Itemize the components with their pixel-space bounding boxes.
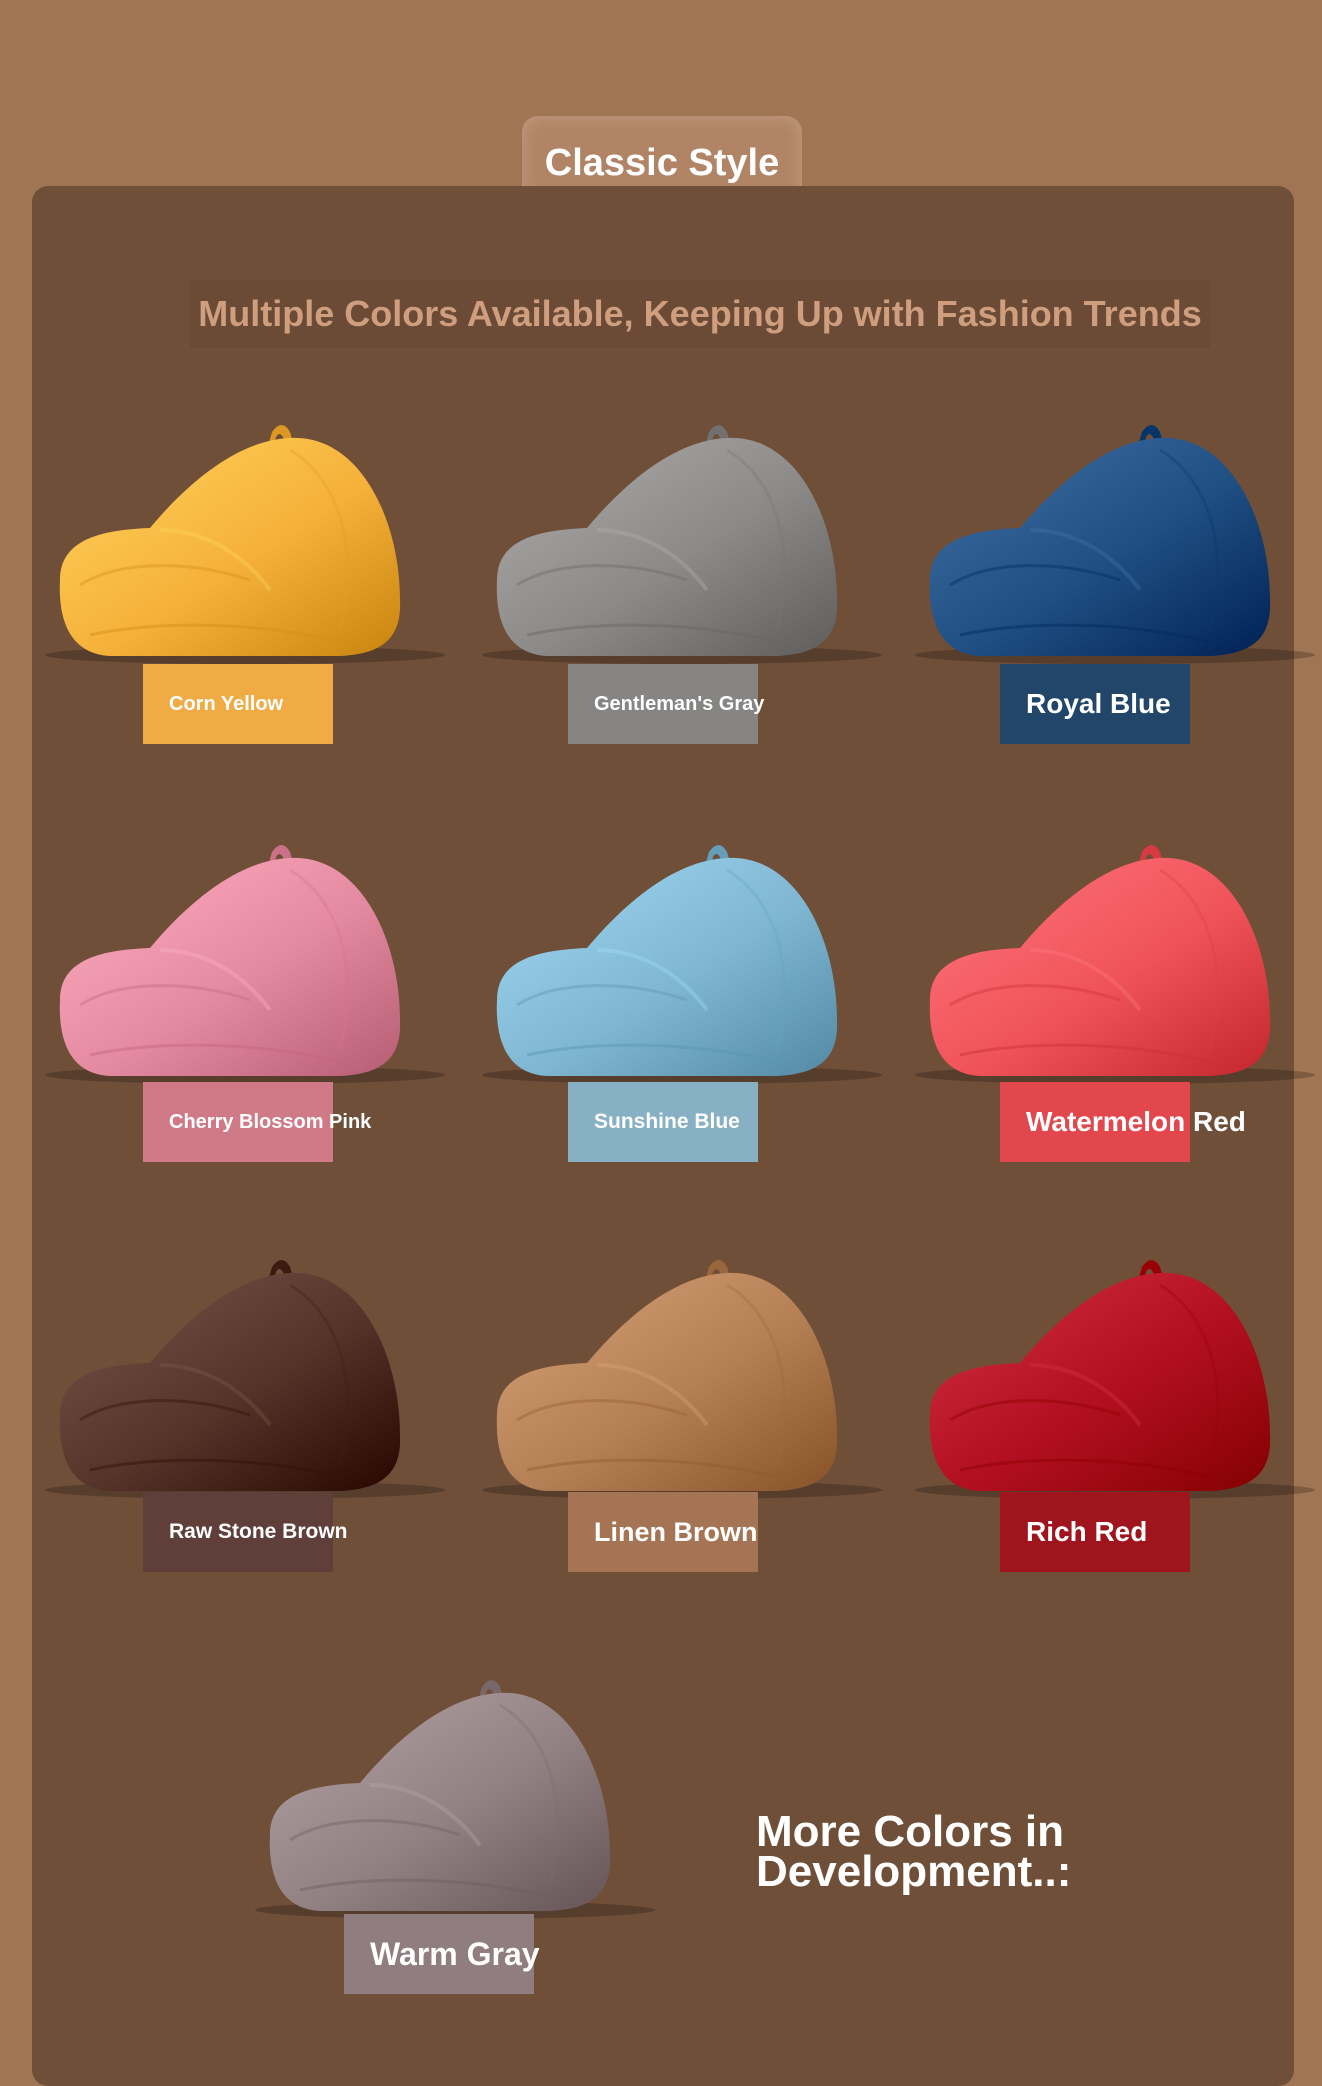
bean-bag-image: [482, 425, 882, 664]
color-label: Rich Red: [1026, 1516, 1148, 1547]
more-colors-line-1: More Colors in: [756, 1807, 1065, 1856]
color-label-tag: Raw Stone Brown: [143, 1492, 348, 1572]
color-label-tag: Warm Gray: [344, 1914, 540, 1994]
bean-bag-image: [482, 1260, 882, 1499]
color-label: Gentleman's Gray: [594, 692, 765, 715]
color-label-tag: Corn Yellow: [143, 664, 333, 744]
bean-bag-image: [482, 845, 882, 1084]
color-label: Raw Stone Brown: [169, 1520, 348, 1543]
color-label-tag: Gentleman's Gray: [568, 664, 764, 744]
color-label-tag: Royal Blue: [1000, 664, 1190, 744]
color-label-tag: Linen Brown: [568, 1492, 758, 1572]
color-label: Corn Yellow: [169, 692, 284, 715]
color-label: Warm Gray: [370, 1935, 540, 1972]
color-label: Sunshine Blue: [594, 1110, 740, 1133]
color-label: Watermelon Red: [1026, 1106, 1246, 1137]
color-label: Cherry Blossom Pink: [169, 1110, 372, 1133]
bean-bag-image: [45, 425, 445, 664]
subtitle: Multiple Colors Available, Keeping Up wi…: [190, 280, 1210, 348]
color-label-tag: Rich Red: [1000, 1492, 1190, 1572]
bean-bag-image: [915, 1260, 1315, 1499]
color-label-tag: Watermelon Red: [1000, 1082, 1246, 1162]
more-colors-note: More Colors in Development..:: [756, 1807, 1156, 1896]
color-label-tag: Sunshine Blue: [568, 1082, 758, 1162]
bean-bag-image: [45, 845, 445, 1084]
color-label: Linen Brown: [594, 1516, 758, 1547]
bean-bag-image: [255, 1680, 655, 1919]
bean-bag-image: [45, 1260, 445, 1499]
section-title: Classic Style: [544, 141, 780, 184]
more-colors-line-2: Development..:: [756, 1847, 1072, 1896]
color-label-tag: Cherry Blossom Pink: [143, 1082, 371, 1162]
bean-bag-image: [915, 845, 1315, 1084]
color-label: Royal Blue: [1026, 688, 1171, 719]
bean-bag-image: [915, 425, 1315, 664]
